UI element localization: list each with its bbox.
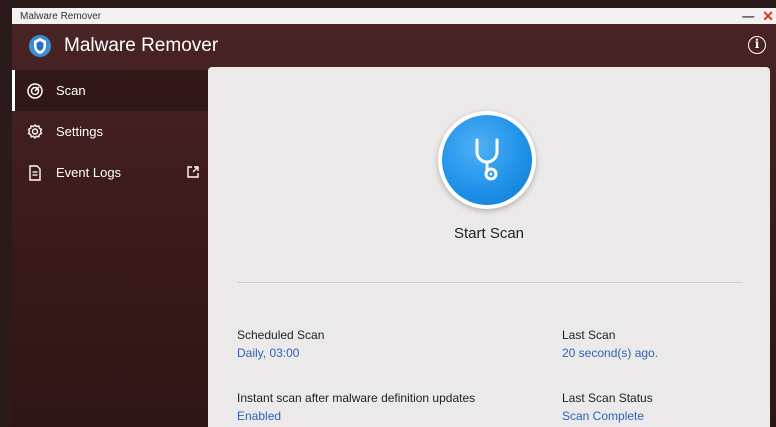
- last-scan-status-block: Last Scan Status Scan Complete: [562, 391, 653, 423]
- scheduled-scan-label: Scheduled Scan: [237, 328, 325, 342]
- sidebar-item-label: Event Logs: [56, 165, 122, 180]
- external-link-icon[interactable]: [186, 165, 200, 179]
- last-scan-status-label: Last Scan Status: [562, 391, 653, 405]
- scan-panel: Start Scan Scheduled Scan Daily, 03:00 L…: [208, 67, 770, 427]
- app-header: Malware Remover i: [12, 24, 776, 66]
- instant-scan-label: Instant scan after malware definition up…: [237, 391, 476, 405]
- sidebar-item-event-logs[interactable]: Event Logs: [12, 152, 208, 193]
- last-scan-value: 20 second(s) ago.: [562, 346, 659, 360]
- sidebar-item-label: Scan: [56, 83, 86, 98]
- last-scan-status-value: Scan Complete: [562, 409, 645, 423]
- window-titlebar: Malware Remover — ✕: [12, 8, 776, 24]
- info-button[interactable]: i: [748, 36, 766, 54]
- sidebar-item-scan[interactable]: Scan: [12, 70, 208, 111]
- instant-scan-block: Instant scan after malware definition up…: [237, 391, 475, 423]
- close-button[interactable]: ✕: [762, 8, 774, 24]
- minimize-button[interactable]: —: [742, 8, 754, 24]
- window-controls: — ✕: [742, 8, 774, 24]
- start-scan-button[interactable]: [438, 111, 536, 209]
- app-window: Malware Remover i Scan Settings Event Lo…: [12, 24, 776, 427]
- app-logo-icon: [28, 34, 52, 58]
- start-scan-label[interactable]: Start Scan: [208, 225, 770, 242]
- sidebar-item-label: Settings: [56, 124, 103, 139]
- gear-icon: [26, 123, 44, 141]
- stethoscope-icon: [442, 115, 532, 205]
- scan-icon: [26, 82, 44, 100]
- last-scan-label: Last Scan: [562, 328, 616, 342]
- window-title: Malware Remover: [20, 10, 102, 22]
- app-title: Malware Remover: [64, 35, 219, 56]
- sidebar-item-settings[interactable]: Settings: [12, 111, 208, 152]
- scheduled-scan-value[interactable]: Daily, 03:00: [237, 346, 324, 360]
- last-scan-block: Last Scan 20 second(s) ago.: [562, 328, 658, 360]
- scheduled-scan-block: Scheduled Scan Daily, 03:00: [237, 328, 324, 360]
- divider: [237, 282, 742, 283]
- instant-scan-value[interactable]: Enabled: [237, 409, 475, 423]
- document-icon: [26, 164, 44, 182]
- sidebar: Scan Settings Event Logs: [12, 70, 208, 193]
